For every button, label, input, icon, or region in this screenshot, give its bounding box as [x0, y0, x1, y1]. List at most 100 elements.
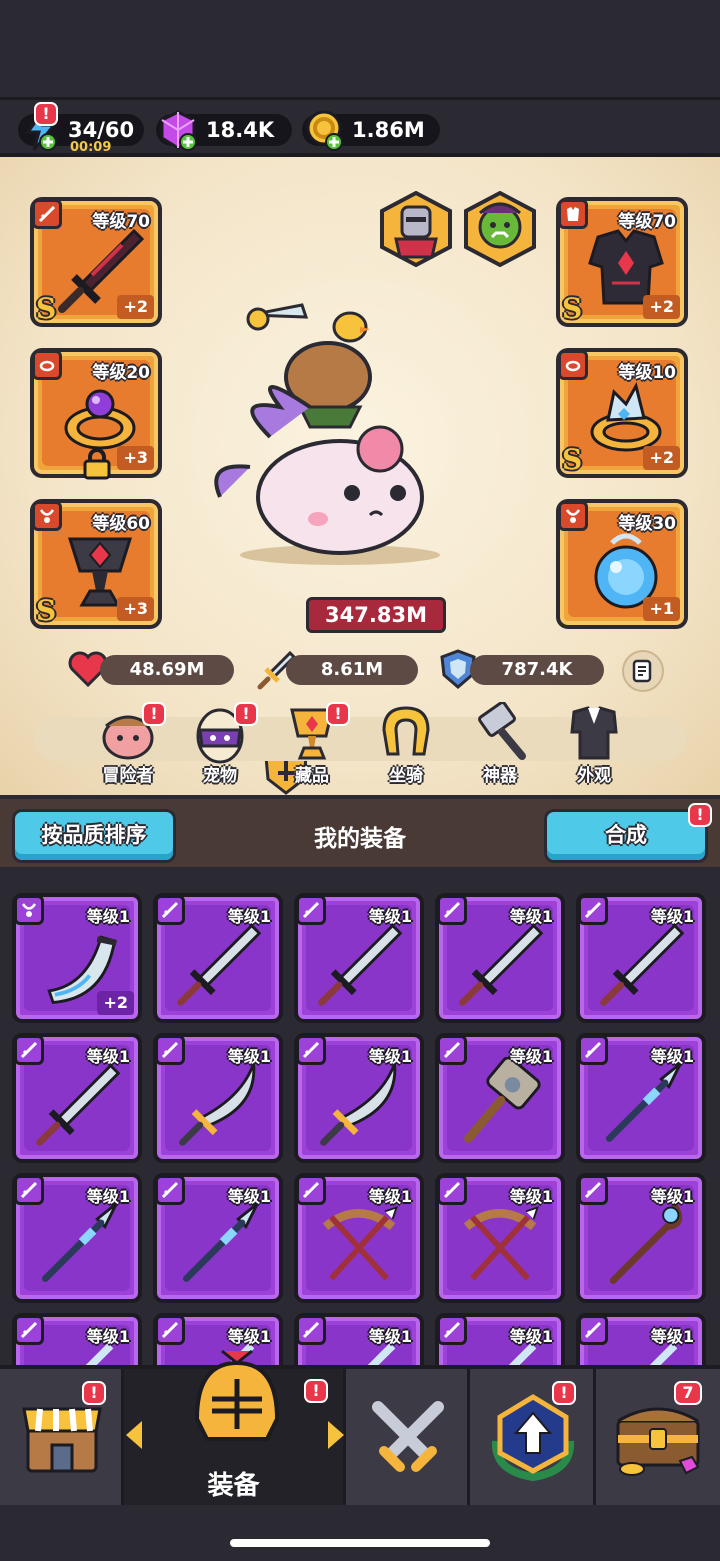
home-indicator[interactable]: [230, 1539, 490, 1547]
necklace-slot-icon: [32, 501, 62, 531]
gem-counter[interactable]: 18.4K: [156, 110, 292, 151]
inventory-item[interactable]: 等级1: [12, 1033, 142, 1163]
equip-slot-necklace[interactable]: 等级60 S +3: [30, 499, 162, 629]
weapon-slot-icon: [296, 1315, 326, 1345]
merge-button[interactable]: 合成: [544, 809, 708, 863]
equip-level: 等级10: [618, 363, 676, 383]
inventory-item[interactable]: 等级1: [576, 1313, 706, 1365]
bottom-safe-area: [0, 1505, 720, 1561]
item-level: 等级1: [368, 907, 412, 926]
feature-mount[interactable]: 坐骑: [368, 702, 444, 786]
item-level: 等级1: [509, 1187, 553, 1206]
inventory-item[interactable]: 等级1: [435, 1313, 565, 1365]
item-level: 等级1: [227, 1047, 271, 1066]
sort-by-quality-button[interactable]: 按品质排序: [12, 809, 176, 863]
scimitar-icon: [179, 1063, 256, 1146]
coin-counter[interactable]: 1.86M: [302, 110, 440, 151]
staff-icon: [609, 1202, 683, 1284]
inventory-item[interactable]: 等级1: [576, 893, 706, 1023]
prev-arrow-icon[interactable]: [126, 1421, 142, 1449]
equip-plus: +2: [643, 446, 680, 470]
item-plus: +2: [97, 991, 134, 1015]
feature-outfit[interactable]: 外观: [556, 702, 632, 786]
item-level: 等级1: [368, 1047, 412, 1066]
mount-horseshoe-icon: [382, 706, 430, 756]
inventory-item[interactable]: 等级1: [294, 1313, 424, 1365]
inventory-item[interactable]: 等级1: [153, 1173, 283, 1303]
energy-alert-badge: !: [34, 102, 58, 126]
equip-slot-ring-2[interactable]: 等级10 S +2: [556, 348, 688, 478]
energy-timer: 00:09: [70, 140, 112, 155]
inventory-item[interactable]: 等级1: [576, 1173, 706, 1303]
iron-sword-icon: [600, 923, 685, 1006]
gem-value: 18.4K: [206, 118, 275, 142]
orc-portrait-icon[interactable]: [462, 191, 538, 267]
item-level: 等级1: [509, 1327, 553, 1346]
lock-icon: [83, 448, 111, 480]
ring-slot-icon: [558, 350, 588, 380]
equip-slot-armor[interactable]: 等级70 S +2: [556, 197, 688, 327]
weapon-slot-icon: [14, 1175, 44, 1205]
feature-label: 外观: [577, 766, 611, 786]
inventory-item[interactable]: 等级1 +2: [12, 893, 142, 1023]
inventory-item[interactable]: 等级1: [435, 1173, 565, 1303]
weapon-slot-icon: [296, 1035, 326, 1065]
equip-plus: +2: [643, 295, 680, 319]
inventory-item[interactable]: 等级1: [294, 1033, 424, 1163]
crossbow-icon: [322, 1206, 398, 1281]
inventory-item[interactable]: 等级1: [294, 1173, 424, 1303]
equip-slot-necklace-2[interactable]: 等级30 +1: [556, 499, 688, 629]
necklace-slot-icon: [558, 501, 588, 531]
feature-label: 宠物: [203, 766, 237, 786]
stats-detail-button[interactable]: [622, 650, 664, 692]
armor-slot-icon: [558, 199, 588, 229]
inventory-grid: 等级1 +2 等级1 等级1 等级1 等级1 等级1 等级1 等级1 等级1 等级1 等级1 等级1 等级…: [0, 871, 720, 1365]
nav-tab-equipment[interactable]: 装备 !: [124, 1349, 346, 1509]
nav-label-equipment: 装备: [207, 1471, 260, 1501]
equip-slot-weapon[interactable]: 等级70 S +2: [30, 197, 162, 327]
ring-slot-icon: [32, 350, 62, 380]
feature-artifact[interactable]: 神器: [462, 701, 538, 786]
feature-adventurer[interactable]: 冒险者 !: [90, 702, 166, 786]
feature-label: 藏品: [295, 766, 329, 786]
inventory-item[interactable]: 等级1: [153, 1033, 283, 1163]
next-arrow-icon[interactable]: [328, 1421, 344, 1449]
inventory-item[interactable]: 等级1: [153, 893, 283, 1023]
necklace-slot-icon: [14, 895, 44, 925]
equip-level: 等级20: [92, 363, 150, 383]
shop-alert-badge: !: [82, 1381, 106, 1405]
knight-portrait-icon[interactable]: [378, 191, 454, 267]
inventory-item[interactable]: 等级1: [294, 893, 424, 1023]
spear-icon: [606, 1062, 682, 1142]
spear-icon: [42, 1202, 118, 1282]
inventory-item[interactable]: 等级1: [576, 1033, 706, 1163]
nav-tab-chest[interactable]: 7: [596, 1369, 720, 1509]
item-level: 等级1: [86, 907, 130, 926]
inventory-item[interactable]: 等级1: [435, 1033, 565, 1163]
inventory-item[interactable]: 等级1: [12, 1173, 142, 1303]
weapon-slot-icon: [155, 1315, 185, 1345]
item-level: 等级1: [509, 907, 553, 926]
item-level: 等级1: [86, 1327, 130, 1346]
alert-badge: !: [234, 702, 258, 726]
gem-icon: [160, 110, 197, 151]
spear-icon: [183, 1202, 259, 1282]
weapon-slot-icon: [578, 895, 608, 925]
alert-badge: !: [326, 702, 350, 726]
nav-tab-shop[interactable]: !: [0, 1369, 124, 1509]
nav-tab-upgrade[interactable]: !: [470, 1369, 596, 1509]
nav-tab-battle[interactable]: [346, 1369, 470, 1509]
inventory-item[interactable]: 等级1: [12, 1313, 142, 1365]
item-level: 等级1: [650, 1327, 694, 1346]
weapon-slot-icon: [437, 895, 467, 925]
equip-slot-ring[interactable]: 等级20 +3: [30, 348, 162, 480]
equip-grade: S: [36, 594, 57, 627]
feature-collection[interactable]: 藏品 !: [274, 702, 350, 786]
feature-label: 神器: [483, 766, 517, 786]
feature-pet[interactable]: 宠物 !: [182, 702, 258, 786]
weapon-slot-icon: [14, 1315, 44, 1345]
item-level: 等级1: [650, 907, 694, 926]
inventory-item[interactable]: 等级1: [435, 893, 565, 1023]
item-level: 等级1: [86, 1187, 130, 1206]
weapon-slot-icon: [155, 895, 185, 925]
